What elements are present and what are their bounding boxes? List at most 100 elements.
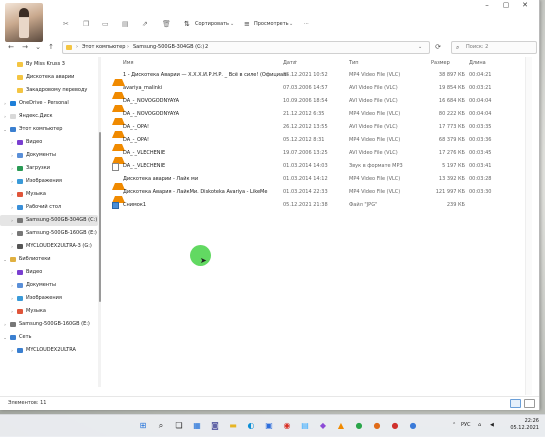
volume-icon[interactable]: ◀	[490, 421, 494, 430]
sidebar-item[interactable]: › Изображения	[0, 293, 98, 304]
chrome-icon[interactable]: ◉	[281, 420, 293, 432]
file-row[interactable]: Снимок1 05.12.2021 21:38 Файл "JPG" 239 КБ	[112, 200, 522, 211]
sidebar-item[interactable]: › Изображения	[0, 176, 98, 187]
visual-studio-icon[interactable]: ◆	[317, 420, 329, 432]
chevron-right-icon[interactable]: ›	[9, 345, 15, 356]
sidebar-item[interactable]: ⌄ Библиотеки	[0, 254, 98, 265]
more-options-button[interactable]: ···	[304, 20, 309, 29]
file-row[interactable]: Дискотека Авария - ЛайкМи. Diskoteka Ava…	[112, 187, 522, 203]
search-input[interactable]: Поиск: 2	[466, 42, 488, 53]
cut-icon[interactable]: ✂	[63, 19, 69, 29]
app-icon-green[interactable]: ●	[353, 420, 365, 432]
file-row[interactable]: 1 - Дискотека Аварии — Х.Х.Х.И.Р.Н.Р. _ …	[112, 70, 522, 86]
details-view-icon[interactable]	[510, 399, 521, 408]
delete-icon[interactable]: 🗑	[162, 19, 171, 29]
chevron-right-icon[interactable]: ›	[9, 137, 15, 148]
chevron-down-icon[interactable]: ⌄	[2, 124, 8, 135]
copy-icon[interactable]: ❐	[83, 19, 89, 29]
breadcrumb-this-pc[interactable]: Этот компьютер	[82, 42, 125, 53]
rename-icon[interactable]: ▤	[122, 19, 129, 29]
chevron-down-icon[interactable]: ⌄	[2, 332, 8, 343]
address-dropdown-icon[interactable]: ⌄	[418, 42, 422, 53]
app-icon-orange[interactable]: ●	[371, 420, 383, 432]
sidebar-item[interactable]: › Музыка	[0, 189, 98, 200]
chevron-right-icon[interactable]: ›	[2, 111, 8, 122]
file-row[interactable]: DA_-_NOVOGODNYAYA 10.09.2006 18:54 AVI Vid…	[112, 96, 522, 112]
chevron-right-icon[interactable]: ›	[9, 202, 15, 213]
close-icon[interactable]: ✕	[516, 0, 534, 10]
column-header-date[interactable]: Дата	[283, 59, 296, 67]
start-icon[interactable]: ⊞	[137, 420, 149, 432]
widgets-icon[interactable]: ▦	[191, 420, 203, 432]
file-explorer-icon[interactable]: ▬	[227, 420, 239, 432]
chevron-right-icon[interactable]: ›	[9, 293, 15, 304]
paste-icon[interactable]: ▭	[102, 19, 109, 29]
sidebar-item[interactable]: › Документы	[0, 280, 98, 291]
search-icon[interactable]: ⌕	[155, 420, 167, 432]
sidebar-item[interactable]: › Видео	[0, 137, 98, 148]
chevron-right-icon[interactable]: ›	[9, 189, 15, 200]
chevron-right-icon[interactable]: ›	[9, 150, 15, 161]
sidebar-item[interactable]: › Samsung-500GB-304GB (C:)	[0, 215, 98, 226]
back-icon[interactable]: ←	[6, 42, 16, 52]
chevron-right-icon[interactable]: ›	[9, 215, 15, 226]
view-button[interactable]: Просмотреть	[254, 20, 289, 29]
column-header-size[interactable]: Размер	[431, 59, 450, 67]
sidebar-item[interactable]: › Samsung-500GB-160GB (E:)	[0, 228, 98, 239]
recent-chevron-icon[interactable]: ⌄	[33, 42, 43, 52]
maximize-icon[interactable]: ▢	[497, 0, 515, 10]
sort-button[interactable]: Сортировать	[195, 20, 229, 29]
app-icon-red[interactable]: ●	[389, 420, 401, 432]
search-box[interactable]: ⌕ Поиск: 2	[451, 41, 537, 54]
sidebar-item[interactable]: By Miss Kruss 3	[0, 59, 98, 70]
chevron-right-icon[interactable]: ›	[9, 176, 15, 187]
file-row[interactable]: Дискотека аварии - Лайк ми 01.03.2014 14:…	[112, 174, 522, 190]
photoshop-icon[interactable]: ▤	[299, 420, 311, 432]
clock[interactable]: 22:26 05.12.2021	[510, 418, 539, 432]
chevron-right-icon[interactable]: ›	[9, 306, 15, 317]
column-header-type[interactable]: Тип	[349, 59, 359, 67]
file-row[interactable]: DA_-_OPA! 26.12.2012 13:55 AVI Video File …	[112, 122, 522, 138]
sidebar-item[interactable]: › Samsung-500GB-160GB (E:)	[0, 319, 98, 330]
sidebar-item[interactable]: › MYCLOUDEX2ULTRA	[0, 345, 98, 356]
file-row[interactable]: DA_-_OPA! 05.12.2012 8:31 MP4 Video File (…	[112, 135, 522, 151]
chevron-right-icon[interactable]: ›	[9, 241, 15, 252]
refresh-icon[interactable]: ⟳	[433, 42, 443, 52]
column-header-name[interactable]: Имя	[123, 59, 134, 67]
sidebar-item[interactable]: › MYCLOUDEX2ULTRA-3 (G:)	[0, 241, 98, 252]
network-icon[interactable]: ⌂	[478, 421, 481, 430]
column-header-length[interactable]: Длина	[469, 59, 486, 67]
breadcrumb-folder-2[interactable]: 2	[205, 42, 208, 53]
sidebar-item[interactable]: › Музыка	[0, 306, 98, 317]
up-icon[interactable]: ↑	[46, 42, 56, 52]
store-icon[interactable]: ▣	[263, 420, 275, 432]
address-bar[interactable]: › Этот компьютер › Samsung-500GB-304GB (…	[62, 41, 430, 54]
tray-overflow-icon[interactable]: ⌃	[452, 421, 456, 430]
sidebar-item[interactable]: ⌄ Сеть	[0, 332, 98, 343]
breadcrumb-drive-c[interactable]: Samsung-500GB-304GB (C:)	[133, 42, 204, 53]
share-icon[interactable]: ⇗	[142, 19, 148, 29]
view-icon[interactable]: ≡	[244, 19, 250, 29]
file-row[interactable]: DA_-_VLECHENIE 19.07.2006 13:25 AVI Video …	[112, 148, 522, 164]
chevron-right-icon[interactable]: ›	[2, 98, 8, 109]
sidebar-item[interactable]: › Рабочий стол	[0, 202, 98, 213]
chevron-right-icon[interactable]: ›	[9, 163, 15, 174]
navigation-scrollbar[interactable]	[98, 57, 101, 387]
file-row[interactable]: avariya_malinki 07.03.2006 14:57 AVI Video…	[112, 83, 522, 99]
tiles-view-icon[interactable]	[524, 399, 535, 408]
file-row[interactable]: DA_-_NOVOGODNYAYA 21.12.2012 6:35 MP4 Vide…	[112, 109, 522, 125]
file-list-scrollbar[interactable]	[525, 57, 532, 395]
chevron-right-icon[interactable]: ›	[9, 280, 15, 291]
forward-icon[interactable]: →	[20, 42, 30, 52]
vlc-taskbar-icon[interactable]: ▲	[335, 420, 347, 432]
minimize-icon[interactable]: –	[478, 0, 496, 10]
edge-icon[interactable]: ◐	[245, 420, 257, 432]
chevron-down-icon[interactable]: ⌄	[2, 254, 8, 265]
sidebar-item[interactable]: › Видео	[0, 267, 98, 278]
sidebar-item[interactable]: › Документы	[0, 150, 98, 161]
chevron-right-icon[interactable]: ›	[9, 228, 15, 239]
sidebar-item[interactable]: › Загрузки	[0, 163, 98, 174]
sidebar-item[interactable]: › Яндекс.Диск	[0, 111, 98, 122]
sidebar-item[interactable]: › OneDrive - Personal	[0, 98, 98, 109]
sidebar-item[interactable]: Закадровому переводу	[0, 85, 98, 96]
